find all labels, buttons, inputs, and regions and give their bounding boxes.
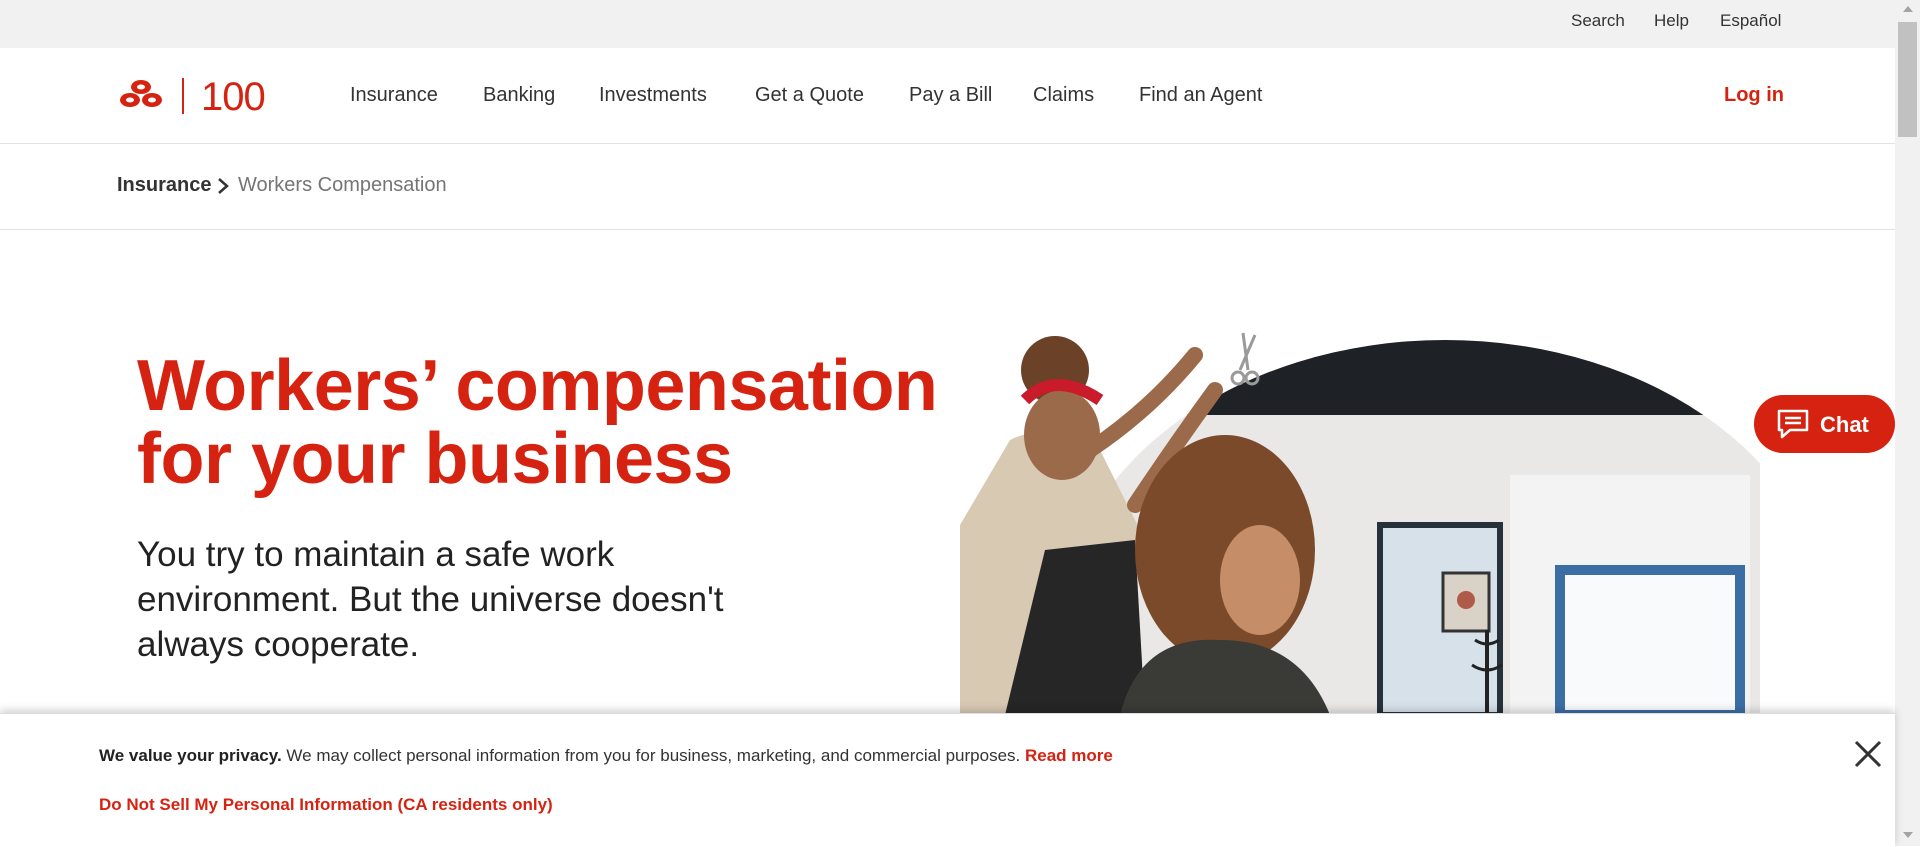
privacy-lead: We value your privacy. [99,746,282,765]
login-link[interactable]: Log in [1724,84,1784,107]
chevron-right-icon [218,178,229,194]
page-scrollbar[interactable] [1895,0,1920,846]
logo-text: 100 [201,76,265,116]
chat-label: Chat [1820,412,1869,437]
utility-espanol-link[interactable]: Español [1720,11,1781,31]
nav-find-an-agent[interactable]: Find an Agent [1139,84,1262,107]
hero-subtitle: You try to maintain a safe work environm… [137,535,724,664]
privacy-body: We may collect personal information from… [281,746,1025,765]
breadcrumb-insurance-link[interactable]: Insurance [117,174,211,197]
page-title: Workers’ compensation for your business [137,346,938,499]
do-not-sell-link[interactable]: Do Not Sell My Personal Information (CA … [99,795,553,815]
breadcrumb-current: Workers Compensation [238,174,447,196]
close-privacy-button[interactable] [1853,739,1883,769]
utility-search-link[interactable]: Search [1571,11,1625,31]
scroll-down-arrow-icon[interactable] [1903,832,1913,838]
chat-bubble-icon [1777,409,1809,439]
privacy-message: We value your privacy. We may collect pe… [99,746,1113,766]
nav-claims[interactable]: Claims [1033,84,1094,107]
nav-get-a-quote[interactable]: Get a Quote [755,84,864,107]
utility-help-link[interactable]: Help [1654,11,1689,31]
privacy-banner: We value your privacy. We may collect pe… [0,713,1895,847]
nav-banking[interactable]: Banking [483,84,555,107]
brand-logo[interactable]: 100 [117,76,302,116]
close-icon [1854,740,1882,768]
chat-button[interactable]: Chat [1754,395,1895,453]
scroll-up-arrow-icon[interactable] [1903,6,1913,12]
scroll-thumb[interactable] [1898,22,1917,137]
read-more-link[interactable]: Read more [1025,746,1113,765]
three-ovals-icon [120,80,162,107]
nav-pay-a-bill[interactable]: Pay a Bill [909,84,992,107]
nav-insurance[interactable]: Insurance [350,84,438,107]
utility-bar: Search Help Español [0,0,1895,48]
breadcrumb: Insurance Workers Compensation [0,144,1895,230]
hero-image [960,332,1760,715]
main-header: 100 Insurance Banking Investments Get a … [0,48,1895,144]
nav-investments[interactable]: Investments [599,84,707,107]
